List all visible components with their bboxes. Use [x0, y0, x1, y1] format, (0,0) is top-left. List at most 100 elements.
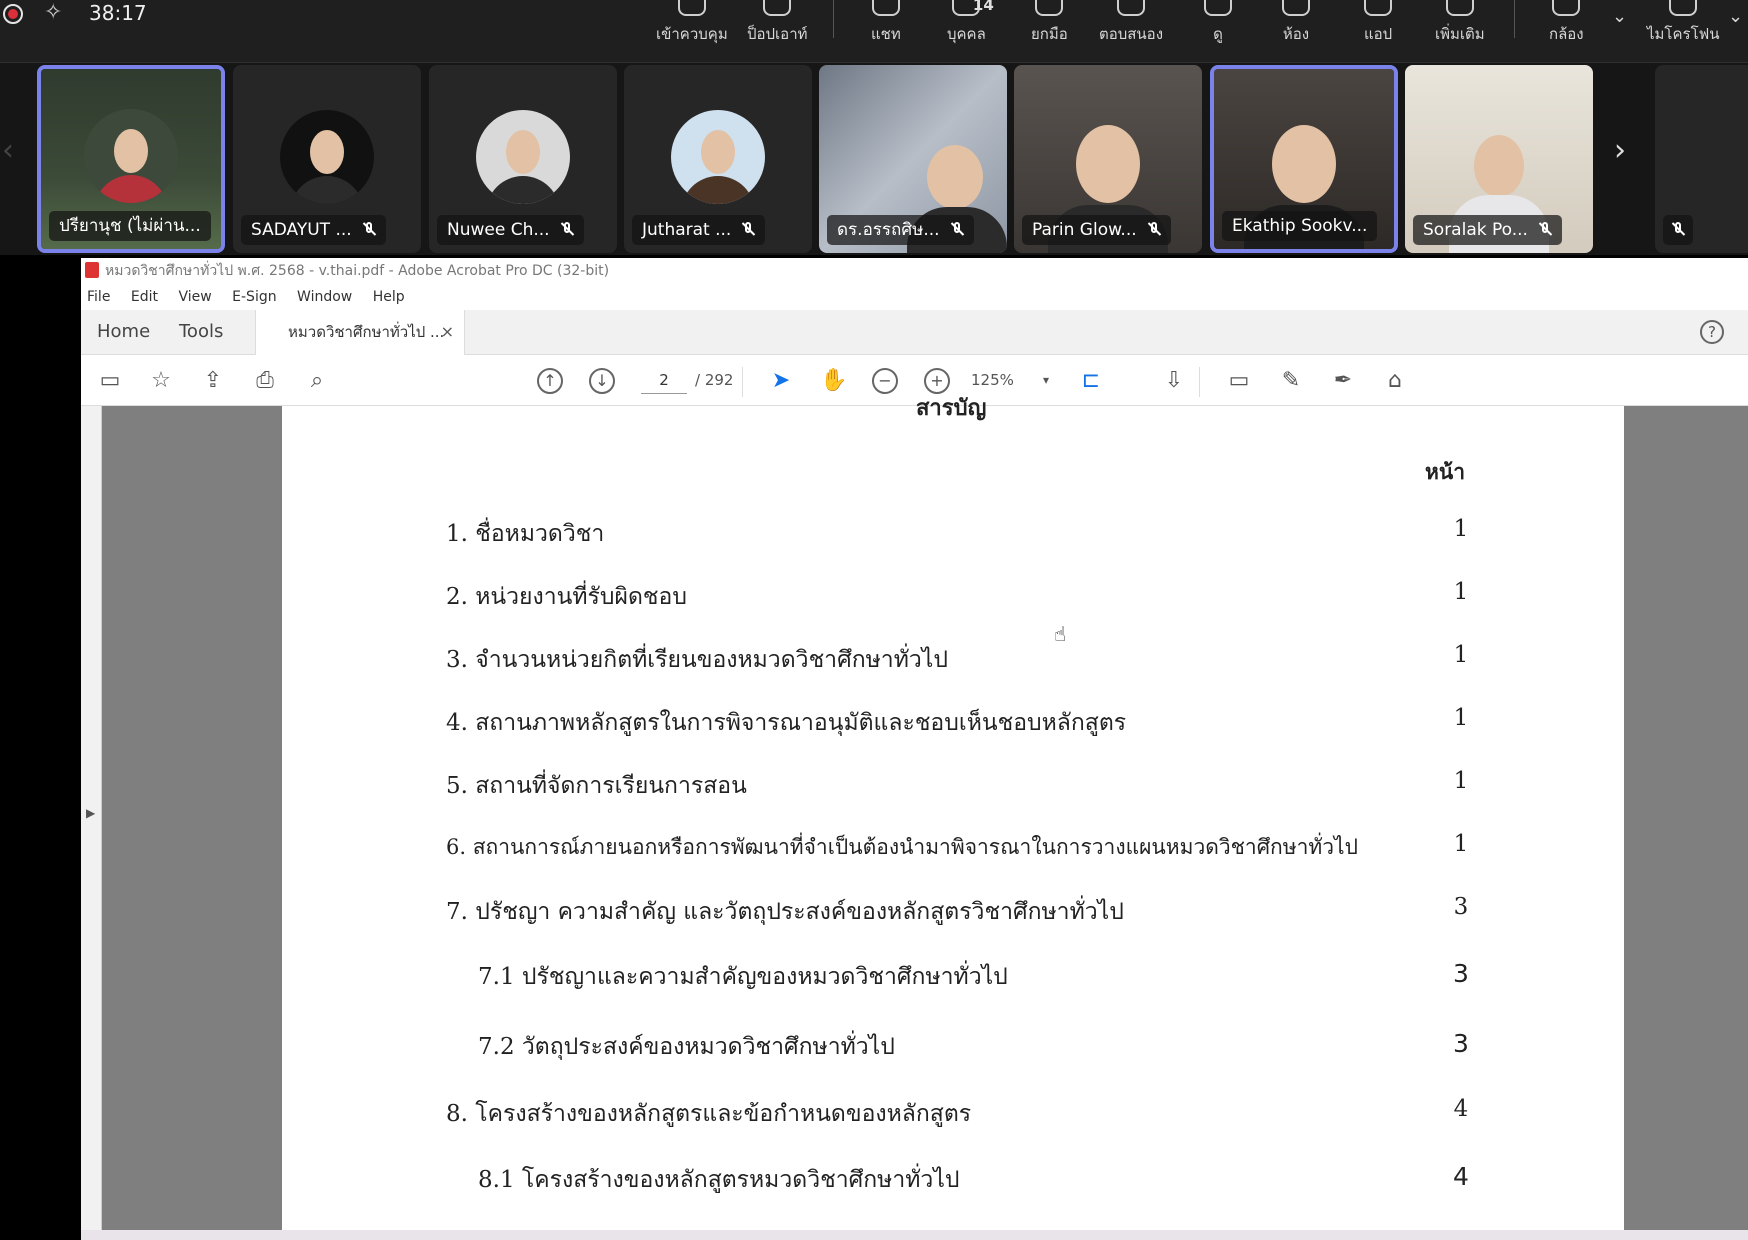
zoom-search-icon[interactable]: ⌕: [304, 368, 330, 394]
toc-subentry[interactable]: 7.2 วัตถุประสงค์ของหมวดวิชาศึกษาทั่วไป 3: [282, 1029, 1624, 1069]
page-fit-icon[interactable]: ⊏: [1078, 368, 1104, 394]
page-total: / 292: [695, 371, 734, 389]
participant-tile-partial[interactable]: [1655, 65, 1748, 253]
participant-tile[interactable]: SADAYUT ...: [233, 65, 421, 253]
left-panel-toggle[interactable]: ▶: [81, 406, 102, 1240]
participant-tile[interactable]: ปรียานุช (ไม่ผ่าน...: [37, 65, 225, 253]
participant-name: Ekathip Sookv...: [1222, 211, 1378, 241]
chat-button[interactable]: แชท: [871, 0, 901, 46]
expand-panel-icon[interactable]: ▶: [86, 806, 95, 820]
taskbar-strip: [81, 1230, 1748, 1240]
upload-cloud-icon[interactable]: ⇪: [200, 368, 226, 394]
bookmark-star-icon[interactable]: ☆: [148, 368, 174, 394]
camera-off-icon: [1552, 0, 1581, 16]
react-button[interactable]: ตอบสนอง: [1099, 0, 1163, 46]
hand-tool-icon[interactable]: ✋: [820, 368, 847, 394]
toolbar-divider: [1199, 367, 1200, 397]
participant-avatar: [84, 109, 178, 203]
acrobat-toolbar: ▭ ☆ ⇪ ⎙ ⌕ ↑ ↓ 2 / 292 ➤ ✋ − + 125% ⊏ ⇩ ▭…: [81, 355, 1748, 406]
toc-entry[interactable]: 1. ชื่อหมวดวิชา 1: [282, 516, 1624, 556]
stamp-tag-icon[interactable]: ⌂: [1382, 368, 1408, 394]
meeting-toolbar: ✧ 38:17 เข้าควบคุม ป็อปเอาท์ แชท 14 บุคค…: [0, 0, 1748, 63]
camera-options-chevron-icon[interactable]: ⌄: [1612, 6, 1627, 27]
participant-tile[interactable]: Nuwee Ch...: [429, 65, 617, 253]
help-icon[interactable]: ?: [1700, 320, 1724, 344]
toc-entry[interactable]: 6. สถานการณ์ภายนอกหรือการพัฒนาที่จำเป็นต…: [282, 831, 1624, 871]
zoom-out-icon[interactable]: −: [872, 368, 898, 394]
participant-tile[interactable]: Parin Glow...: [1014, 65, 1202, 253]
participant-avatar: [476, 110, 570, 204]
participant-avatar: [280, 110, 374, 204]
participant-name: Nuwee Ch...: [437, 215, 584, 245]
menu-file[interactable]: File: [87, 289, 110, 305]
participant-name: Jutharat ...: [632, 215, 766, 245]
raise-hand-button[interactable]: ยกมือ: [1031, 0, 1068, 46]
rooms-label: ห้อง: [1282, 25, 1310, 43]
menu-help[interactable]: Help: [373, 289, 405, 305]
toc-entry[interactable]: 5. สถานที่จัดการเรียนการสอน 1: [282, 768, 1624, 808]
view-label: ดู: [1213, 25, 1223, 43]
share-screen-icon: [677, 0, 706, 16]
participant-tile[interactable]: Jutharat ...: [624, 65, 812, 253]
mic-off-icon: [950, 222, 964, 236]
popout-button[interactable]: ป็อปเอาท์: [747, 0, 808, 46]
toc-entry[interactable]: 2. หน่วยงานที่รับผิดชอบ 1: [282, 579, 1624, 619]
select-cursor-icon[interactable]: ➤: [768, 368, 794, 394]
highlight-pen-icon[interactable]: ✎: [1278, 368, 1304, 394]
tab-home[interactable]: Home: [97, 310, 150, 354]
scroll-mode-icon[interactable]: ⇩: [1161, 368, 1187, 394]
mic-off-icon: [560, 222, 574, 236]
participant-tile[interactable]: Ekathip Sookv...: [1210, 65, 1398, 253]
toc-subentry[interactable]: 7.1 ปรัชญาและความสำคัญของหมวดวิชาศึกษาทั…: [282, 959, 1624, 999]
pdf-page: สารบัญ หน้า 1. ชื่อหมวดวิชา 1 2. หน่วยงาน…: [282, 395, 1624, 1240]
menu-esign[interactable]: E-Sign: [232, 289, 276, 305]
comment-icon[interactable]: ▭: [1226, 368, 1252, 394]
apps-button[interactable]: แอป: [1364, 0, 1392, 46]
sign-icon[interactable]: ✒: [1330, 368, 1356, 394]
participant-tile[interactable]: Soralak Po...: [1405, 65, 1593, 253]
toc-subentry[interactable]: 8.1 โครงสร้างของหลักสูตรหมวดวิชาศึกษาทั่…: [282, 1162, 1624, 1202]
strip-next-chevron-icon[interactable]: ›: [1614, 133, 1626, 168]
toc-entry[interactable]: 7. ปรัชญา ความสำคัญ และวัตถุประสงค์ของหล…: [282, 894, 1624, 934]
tab-tools[interactable]: Tools: [179, 310, 223, 354]
mic-options-chevron-icon[interactable]: ⌄: [1728, 6, 1743, 27]
menu-view[interactable]: View: [178, 289, 211, 305]
react-label: ตอบสนอง: [1099, 25, 1164, 43]
strip-prev-chevron-icon[interactable]: ‹: [2, 133, 14, 168]
view-icon: [1204, 0, 1232, 16]
microphone-button[interactable]: ไมโครโฟน: [1647, 0, 1720, 46]
page-column-header: หน้า: [1425, 459, 1465, 484]
toc-entry[interactable]: 4. สถานภาพหลักสูตรในการพิจารณาอนุมัติและ…: [282, 705, 1624, 745]
menu-edit[interactable]: Edit: [131, 289, 158, 305]
mic-off-icon: [1669, 0, 1698, 16]
mic-off-icon: [362, 222, 376, 236]
toc-entry[interactable]: 8. โครงสร้างของหลักสูตรและข้อกำหนดของหลั…: [282, 1096, 1624, 1136]
print-icon[interactable]: ⎙: [252, 368, 278, 394]
page-number-input[interactable]: 2: [641, 367, 687, 394]
participant-name: SADAYUT ...: [241, 215, 386, 245]
toc-entry[interactable]: 3. จำนวนหน่วยกิตที่เรียนของหมวดวิชาศึกษา…: [282, 642, 1624, 682]
view-button[interactable]: ดู: [1204, 0, 1232, 46]
previous-page-icon[interactable]: ↑: [537, 368, 563, 394]
apps-icon: [1364, 0, 1393, 16]
sparkle-icon[interactable]: ✧: [44, 0, 62, 25]
menu-window[interactable]: Window: [297, 289, 352, 305]
tab-document[interactable]: หมวดวิชาศึกษาทั่วไป ... ×: [255, 310, 465, 355]
people-button[interactable]: 14 บุคคล: [947, 0, 994, 46]
save-icon[interactable]: ▭: [97, 368, 123, 394]
recording-indicator-icon: [3, 4, 23, 24]
participant-name: Parin Glow...: [1022, 215, 1171, 245]
participant-name: ดร.อรรถศิษ...: [827, 215, 974, 245]
document-viewport[interactable]: ▶ สารบัญ หน้า 1. ชื่อหมวดวิชา 1 2. หน่วยง…: [81, 395, 1748, 1240]
participant-name: ปรียานุช (ไม่ผ่าน...: [49, 211, 211, 241]
rooms-button[interactable]: ห้อง: [1282, 0, 1310, 46]
chat-icon: [871, 0, 900, 16]
mic-off-icon: [741, 222, 755, 236]
participant-tile[interactable]: ดร.อรรถศิษ...: [819, 65, 1007, 253]
next-page-icon[interactable]: ↓: [589, 368, 615, 394]
apps-label: แอป: [1364, 25, 1393, 43]
share-screen-button[interactable]: เข้าควบคุม: [656, 0, 728, 46]
camera-button[interactable]: กล้อง: [1549, 0, 1584, 46]
more-button[interactable]: เพิ่มเติม: [1435, 0, 1485, 46]
close-tab-icon[interactable]: ×: [441, 310, 454, 354]
